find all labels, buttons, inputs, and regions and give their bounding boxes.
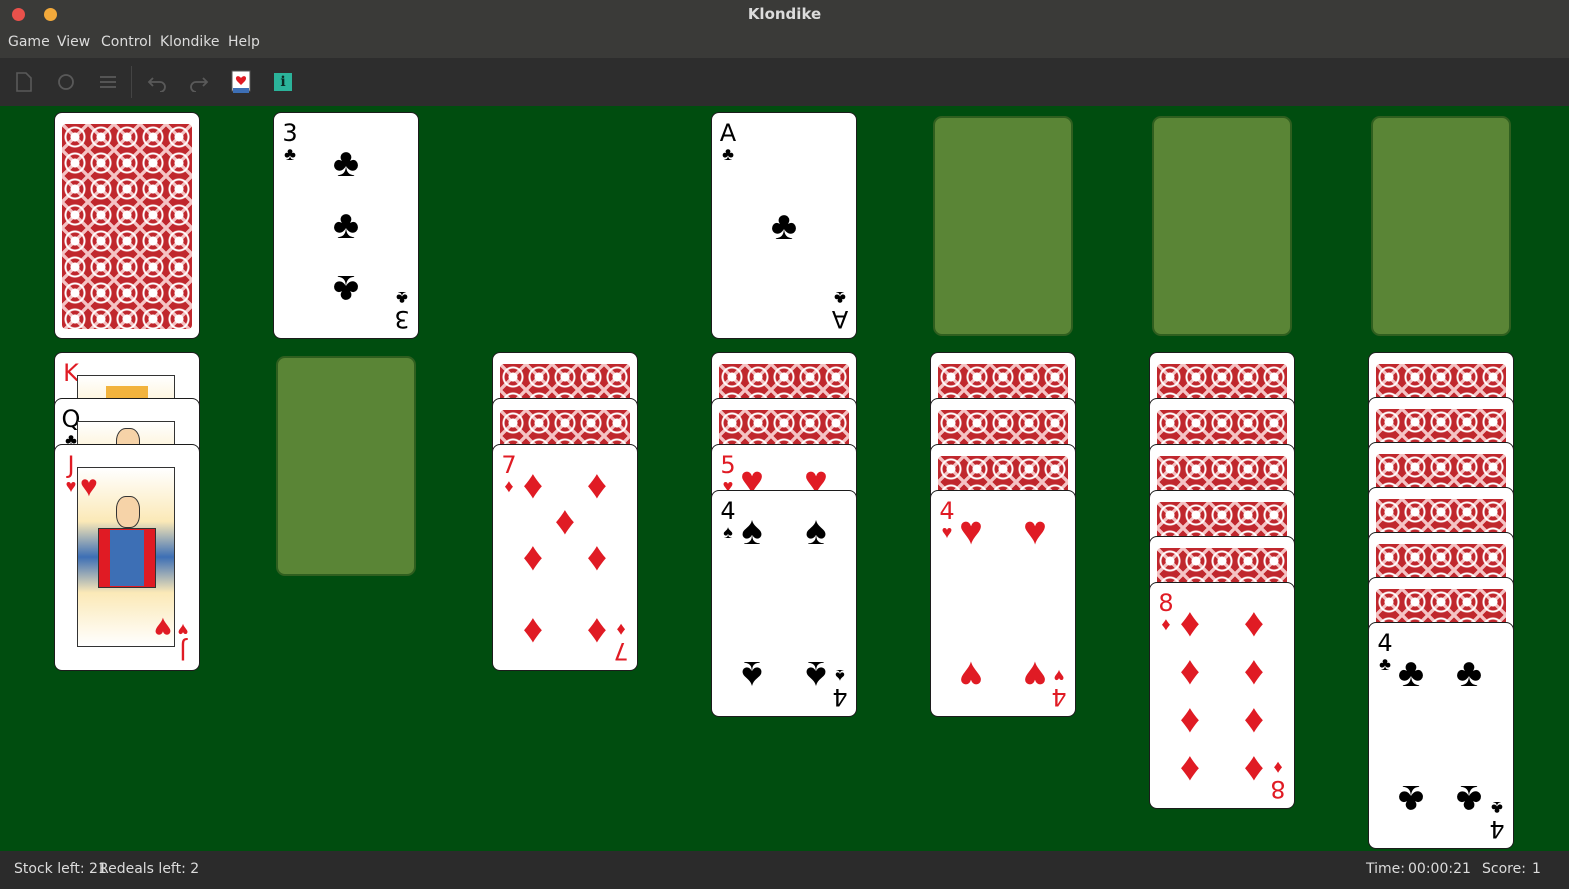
club-icon: ♣: [1455, 777, 1483, 821]
toolbar-separator: [131, 66, 132, 98]
foundation-4-empty[interactable]: [1371, 116, 1511, 336]
menu-klondike[interactable]: Klondike: [160, 34, 220, 50]
club-icon: ♣: [284, 144, 296, 164]
toolbar: i: [0, 58, 1569, 106]
tableau-7-four-clubs[interactable]: 4 ♣ ♣ ♣ ♣ ♣ 4 ♣: [1368, 622, 1514, 849]
club-icon: ♣: [332, 267, 360, 311]
diamond-icon: ♦: [1243, 697, 1265, 741]
heart-icon: ♥: [80, 470, 98, 503]
card-rank: A: [831, 305, 849, 333]
select-game-icon[interactable]: [96, 70, 120, 94]
diamond-icon: ♦: [1179, 745, 1201, 789]
card-rank: 8: [1270, 775, 1286, 803]
diamond-icon: ♦: [522, 607, 544, 651]
card-rank: 3: [282, 119, 298, 147]
restart-icon[interactable]: [54, 70, 78, 94]
heart-icon: ♥: [177, 620, 189, 640]
heart-icon: ♥: [1023, 509, 1047, 553]
tableau-4-four-spades[interactable]: 4 ♠ ♠ ♠ ♠ ♠ 4 ♠: [711, 490, 857, 717]
diamond-icon: ♦: [554, 499, 576, 543]
stock-pile[interactable]: [54, 112, 200, 339]
tableau-1-jack-hearts[interactable]: J ♥ ♥ ♥ J ♥: [54, 444, 200, 671]
card-rank: J: [179, 637, 187, 665]
card-rank: 4: [1377, 629, 1393, 657]
stock-left-label: Stock left: 21: [14, 861, 107, 877]
info-icon[interactable]: i: [271, 70, 295, 94]
club-icon: ♣: [332, 203, 360, 247]
menu-bar: Game View Control Klondike Help: [0, 30, 1569, 58]
card-rank: 3: [394, 305, 410, 333]
diamond-icon: ♦: [522, 463, 544, 507]
score-label: Score:: [1482, 861, 1526, 877]
menu-game[interactable]: Game: [8, 34, 50, 50]
spade-icon: ♠: [741, 509, 763, 553]
tableau-5-four-hearts[interactable]: 4 ♥ ♥ ♥ ♥ ♥ 4 ♥: [930, 490, 1076, 717]
waste-card-3-clubs[interactable]: 3 ♣ ♣ ♣ ♣ 3 ♣: [273, 112, 419, 339]
jack-face-art: ♥ ♥: [77, 467, 175, 647]
diamond-icon: ♦: [586, 463, 608, 507]
diamond-icon: ♦: [1243, 601, 1265, 645]
club-icon: ♣: [332, 141, 360, 185]
card-rank: 4: [832, 683, 848, 711]
diamond-icon: ♦: [1179, 601, 1201, 645]
diamond-icon: ♦: [1179, 697, 1201, 741]
spade-icon: ♠: [835, 666, 845, 686]
card-table: 3 ♣ ♣ ♣ ♣ 3 ♣ A ♣ ♣ A ♣ K Q ♣ J ♥ ♥ ♥ J …: [0, 106, 1569, 851]
tableau-3-seven-diamonds[interactable]: 7 ♦ ♦ ♦ ♦ ♦ ♦ ♦ ♦ 7 ♦: [492, 444, 638, 671]
diamond-icon: ♦: [586, 535, 608, 579]
undo-icon[interactable]: [145, 70, 169, 94]
redo-icon[interactable]: [187, 70, 211, 94]
club-icon: ♣: [396, 288, 408, 308]
heart-icon: ♥: [959, 653, 983, 697]
title-bar: Klondike: [0, 0, 1569, 30]
diamond-icon: ♦: [522, 535, 544, 579]
diamond-icon: ♦: [1243, 649, 1265, 693]
menu-view[interactable]: View: [57, 34, 90, 50]
time-label: Time:: [1366, 861, 1405, 877]
club-icon: ♣: [1397, 777, 1425, 821]
card-rank: 4: [1051, 683, 1067, 711]
club-icon: ♣: [770, 204, 798, 248]
menu-control[interactable]: Control: [101, 34, 152, 50]
spade-icon: ♠: [741, 653, 763, 697]
new-game-icon[interactable]: [12, 70, 36, 94]
window-title: Klondike: [747, 5, 822, 23]
foundation-3-empty[interactable]: [1152, 116, 1292, 336]
hint-icon[interactable]: [229, 70, 253, 94]
card-rank: 4: [1489, 815, 1505, 843]
time-value: 00:00:21: [1408, 861, 1471, 877]
heart-icon: ♥: [154, 611, 172, 644]
tableau-6-eight-diamonds[interactable]: 8 ♦ ♦ ♦ ♦ ♦ ♦ ♦ ♦ ♦ 8 ♦: [1149, 582, 1295, 809]
redeals-left-label: Redeals left: 2: [99, 861, 200, 877]
status-bar: Stock left: 21 Redeals left: 2 Time: 00:…: [0, 851, 1569, 889]
card-rank: 7: [613, 637, 629, 665]
foundation-2-empty[interactable]: [933, 116, 1073, 336]
score-value: 1: [1532, 861, 1541, 877]
card-rank: A: [719, 119, 737, 147]
diamond-icon: ♦: [616, 620, 626, 640]
club-icon: ♣: [1397, 651, 1425, 695]
club-icon: ♣: [1455, 651, 1483, 695]
club-icon: ♣: [1491, 798, 1503, 818]
diamond-icon: ♦: [1273, 758, 1283, 778]
tableau-2-empty[interactable]: [276, 356, 416, 576]
heart-icon: ♥: [959, 509, 983, 553]
foundation-1-ace-clubs[interactable]: A ♣ ♣ A ♣: [711, 112, 857, 339]
club-icon: ♣: [722, 144, 734, 164]
club-icon: ♣: [834, 288, 846, 308]
menu-help[interactable]: Help: [228, 34, 260, 50]
heart-icon: ♥: [1053, 666, 1065, 686]
spade-icon: ♠: [805, 509, 827, 553]
diamond-icon: ♦: [1179, 649, 1201, 693]
